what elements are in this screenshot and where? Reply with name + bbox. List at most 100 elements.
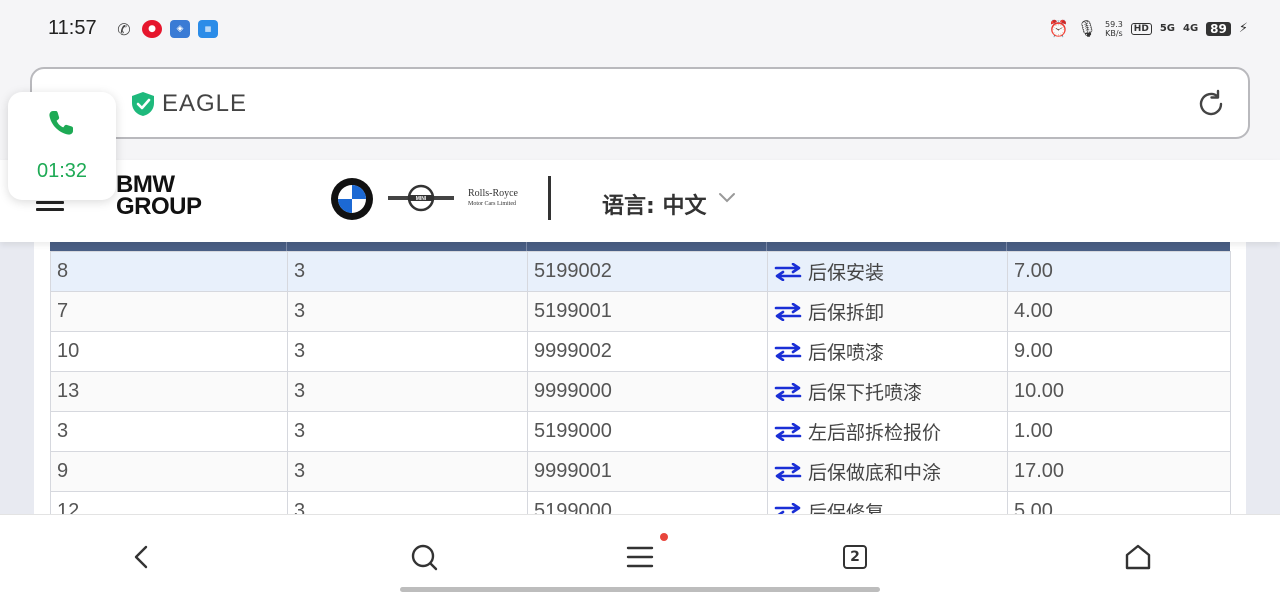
phone-icon — [49, 111, 73, 135]
table-cell: 7 — [50, 291, 288, 332]
call-duration: 01:32 — [36, 160, 88, 182]
table-cell: 5199002 — [527, 251, 768, 292]
table-cell: 5199000 — [527, 411, 768, 452]
swap-arrows-icon[interactable] — [774, 343, 802, 361]
secure-shield-icon — [132, 92, 154, 116]
table-cell: 3 — [287, 371, 528, 412]
table-cell: 12 — [50, 491, 288, 514]
table-row[interactable]: 3 3 5199000 左后部拆检报价 1.00 — [50, 411, 1231, 452]
mic-icon: 🎙 — [1076, 19, 1097, 38]
operation-name: 左后部拆检报价 — [808, 422, 942, 444]
app-icon: ▦ — [198, 20, 218, 38]
swap-arrows-icon[interactable] — [774, 263, 802, 281]
status-bar: 11:57 ✆ ● ◈ ▦ ⏰ 🎙 59.3 KB/s HD 5G 4G 89 … — [0, 0, 1280, 60]
url-text: EAGLE — [162, 90, 248, 117]
mini-logo-icon: MINI — [388, 184, 454, 212]
table-cell: 1.00 — [1007, 411, 1231, 452]
signal-5g-icon: 5G — [1159, 23, 1175, 34]
browser-toolbar: EAGLE — [0, 60, 1280, 160]
charging-icon: ⚡ — [1238, 21, 1248, 36]
notification-icons: ✆ ● ◈ ▦ — [114, 19, 218, 39]
table-cell: 3 — [287, 251, 528, 292]
operation-name: 后保喷漆 — [808, 342, 885, 364]
alarm-icon: ⏰ — [1048, 19, 1069, 38]
operation-name: 后保下托喷漆 — [808, 382, 923, 404]
operation-name: 后保做底和中涂 — [808, 462, 942, 484]
notification-dot — [660, 533, 668, 541]
language-selector[interactable]: 语言: 中文 — [602, 188, 706, 220]
swap-arrows-icon[interactable] — [774, 503, 802, 514]
wechat-icon: ✆ — [117, 19, 131, 39]
swap-arrows-icon[interactable] — [774, 423, 802, 441]
tabs-icon[interactable]: 2 — [843, 545, 867, 569]
operation-cell: 左后部拆检报价 — [767, 411, 1008, 452]
table-cell: 9 — [50, 451, 288, 492]
hd-voice-badge: HD — [1130, 22, 1152, 35]
table-cell: 5.00 — [1007, 491, 1231, 514]
table-cell: 13 — [50, 371, 288, 412]
table-row[interactable]: 13 3 9999000 后保下托喷漆 10.00 — [50, 371, 1231, 412]
app-icon: ◈ — [170, 20, 190, 38]
table-cell: 3 — [287, 411, 528, 452]
bmw-group-logo[interactable]: BMW GROUP — [116, 173, 202, 219]
chevron-down-icon[interactable] — [718, 190, 736, 204]
back-icon[interactable] — [126, 541, 158, 573]
table-cell: 3 — [287, 451, 528, 492]
bmw-logo-icon — [331, 178, 373, 220]
operation-cell: 后保做底和中涂 — [767, 451, 1008, 492]
svg-text:MINI: MINI — [416, 196, 427, 202]
signal-4g-icon: 4G — [1182, 23, 1199, 34]
table-cell: 9.00 — [1007, 331, 1231, 372]
table-row[interactable]: 12 3 5199000 后保修复 5.00 — [50, 491, 1231, 514]
table-cell: 9999002 — [527, 331, 768, 372]
operations-table: 8 3 5199002 后保安装 7.00 7 3 5199001 后保拆卸 4.00 10 3 999… — [50, 251, 1231, 514]
reload-icon[interactable] — [1196, 89, 1226, 119]
table-cell: 5199001 — [527, 291, 768, 332]
status-time: 11:57 — [48, 17, 97, 39]
table-cell: 10 — [50, 331, 288, 372]
operation-name: 后保拆卸 — [808, 302, 885, 324]
operation-cell: 后保安装 — [767, 251, 1008, 292]
table-row[interactable]: 10 3 9999002 后保喷漆 9.00 — [50, 331, 1231, 372]
battery-level: 89 — [1206, 21, 1231, 36]
weibo-icon: ● — [142, 20, 162, 38]
table-cell: 17.00 — [1007, 451, 1231, 492]
rolls-royce-logo: Rolls-Royce Motor Cars Limited — [468, 188, 518, 207]
swap-arrows-icon[interactable] — [774, 303, 802, 321]
results-panel: 8 3 5199002 后保安装 7.00 7 3 5199001 后保拆卸 4.00 10 3 999… — [34, 242, 1246, 514]
operation-cell: 后保喷漆 — [767, 331, 1008, 372]
table-cell: 3 — [287, 331, 528, 372]
call-widget[interactable]: 01:32 — [8, 92, 116, 200]
table-cell: 9999001 — [527, 451, 768, 492]
home-indicator[interactable] — [400, 587, 880, 592]
swap-arrows-icon[interactable] — [774, 463, 802, 481]
operation-name: 后保安装 — [808, 262, 885, 284]
table-cell: 3 — [287, 291, 528, 332]
operation-cell: 后保修复 — [767, 491, 1008, 514]
table-cell: 9999000 — [527, 371, 768, 412]
menu-icon[interactable] — [624, 541, 656, 573]
table-cell: 8 — [50, 251, 288, 292]
browser-bottom-nav: 2 — [0, 514, 1280, 598]
table-cell: 10.00 — [1007, 371, 1231, 412]
table-cell: 7.00 — [1007, 251, 1231, 292]
address-bar[interactable]: EAGLE — [30, 67, 1250, 139]
site-header: BMW GROUP MINI Rolls-Royce Motor Cars Li… — [0, 160, 1280, 242]
operation-name: 后保修复 — [808, 502, 885, 514]
operation-cell: 后保拆卸 — [767, 291, 1008, 332]
table-cell: 4.00 — [1007, 291, 1231, 332]
header-divider — [548, 176, 551, 220]
operation-cell: 后保下托喷漆 — [767, 371, 1008, 412]
table-cell: 5199000 — [527, 491, 768, 514]
table-row[interactable]: 7 3 5199001 后保拆卸 4.00 — [50, 291, 1231, 332]
home-icon[interactable] — [1122, 541, 1154, 573]
swap-arrows-icon[interactable] — [774, 383, 802, 401]
table-header — [50, 242, 1230, 251]
table-cell: 3 — [287, 491, 528, 514]
table-row[interactable]: 9 3 9999001 后保做底和中涂 17.00 — [50, 451, 1231, 492]
table-row[interactable]: 8 3 5199002 后保安装 7.00 — [50, 251, 1231, 292]
table-cell: 3 — [50, 411, 288, 452]
system-icons: ⏰ 🎙 59.3 KB/s HD 5G 4G 89 ⚡ — [1049, 19, 1248, 38]
search-icon[interactable] — [408, 541, 440, 573]
network-speed: 59.3 KB/s — [1104, 19, 1123, 38]
